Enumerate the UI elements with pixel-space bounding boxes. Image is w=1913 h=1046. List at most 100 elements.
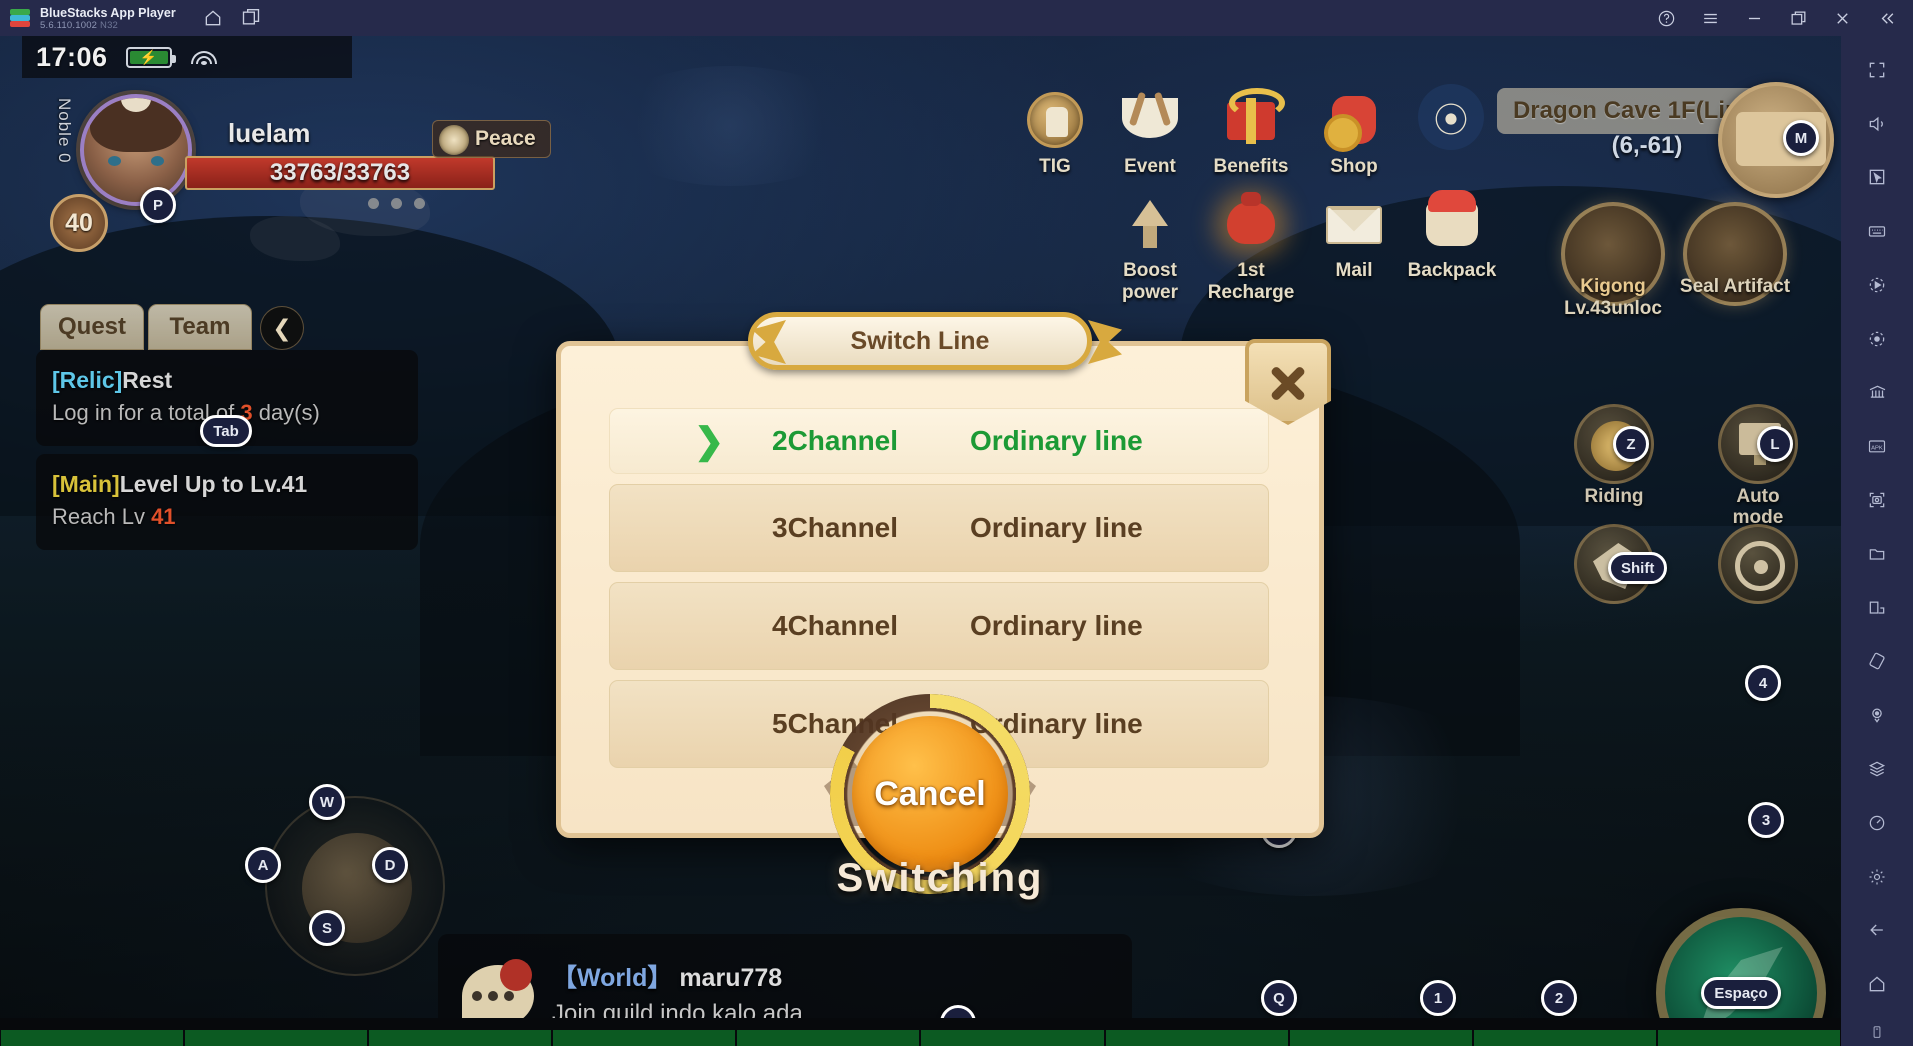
back-arrow-icon[interactable] <box>1857 911 1897 951</box>
resize-window-icon[interactable] <box>1857 588 1897 628</box>
menu-item-backpack[interactable]: Backpack <box>1404 190 1500 282</box>
screenshot-icon[interactable] <box>1857 480 1897 520</box>
buff-seal-artifact[interactable]: Seal Artifact <box>1672 202 1798 306</box>
taskbar-item[interactable] <box>185 1030 368 1046</box>
channel-name: 4Channel <box>772 610 899 641</box>
buff-sublabel: Lv.43unloc <box>1564 298 1662 319</box>
key-hint-2[interactable]: 2 <box>1541 980 1577 1016</box>
menu-item-event[interactable]: Event <box>1102 90 1198 178</box>
keyboard-controls-icon[interactable] <box>1857 211 1897 251</box>
table-row[interactable]: 3Channel Ordinary line <box>609 484 1269 572</box>
taskbar-item[interactable] <box>1 1030 184 1046</box>
key-hint-z[interactable]: Z <box>1613 426 1649 462</box>
minimize-icon[interactable] <box>1743 7 1765 29</box>
fullscreen-icon[interactable] <box>1857 50 1897 90</box>
buff-slots <box>368 198 425 209</box>
macro-play-icon[interactable] <box>1857 265 1897 305</box>
settings-gear-icon[interactable] <box>1857 857 1897 897</box>
benefits-gift-icon <box>1215 88 1287 160</box>
cancel-label: Cancel <box>874 774 986 813</box>
menu-item-benefits[interactable]: Benefits <box>1203 88 1299 178</box>
taskbar-item[interactable] <box>1657 1030 1840 1046</box>
key-hint-3[interactable]: 3 <box>1748 802 1784 838</box>
key-hint-m[interactable]: M <box>1783 120 1819 156</box>
android-home-icon[interactable] <box>1857 964 1897 1004</box>
key-hint-a[interactable]: A <box>245 847 281 883</box>
game-viewport[interactable]: 17:06 ⚡ Noble 0 40 luelam 33763/33763 Pe… <box>0 36 1841 1018</box>
list-item[interactable]: [Main]Level Up to Lv.41 Reach Lv 41 <box>36 454 418 550</box>
menu-item-mail[interactable]: Mail <box>1306 194 1402 282</box>
taskbar-item[interactable] <box>1473 1030 1656 1046</box>
taskbar-item[interactable] <box>737 1030 920 1046</box>
title-bar: BlueStacks App Player 5.6.110.1002 N32 <box>0 0 1913 36</box>
install-apk-icon[interactable]: APK <box>1857 426 1897 466</box>
rotate-icon[interactable] <box>1857 642 1897 682</box>
key-hint-espaco[interactable]: Espaço <box>1701 977 1781 1009</box>
multi-instance-icon[interactable] <box>240 7 262 29</box>
menu-item-shop[interactable]: Shop <box>1306 90 1402 178</box>
menu-item-tig[interactable]: TIG <box>1007 90 1103 178</box>
tab-quest[interactable]: Quest <box>40 304 144 350</box>
performance-icon[interactable] <box>1857 803 1897 843</box>
buff-kigong[interactable]: Kigong Lv.43unloc <box>1550 202 1676 320</box>
bluestacks-window: BlueStacks App Player 5.6.110.1002 N32 1… <box>0 0 1913 1046</box>
quest-title: [Main]Level Up to Lv.41 <box>52 471 308 497</box>
layers-icon[interactable] <box>1857 749 1897 789</box>
key-hint-p[interactable]: P <box>140 187 176 223</box>
player-name: luelam <box>228 118 311 148</box>
key-hint-shift[interactable]: Shift <box>1608 552 1668 584</box>
key-hint-w[interactable]: W <box>309 784 345 820</box>
table-row[interactable]: 4Channel Ordinary line <box>609 582 1269 670</box>
menu-item-first-recharge[interactable]: 1st Recharge <box>1203 192 1299 304</box>
key-hint-tab[interactable]: Tab <box>200 415 252 447</box>
menu-item-boost-power[interactable]: Boost power <box>1102 194 1198 304</box>
key-hint-d[interactable]: D <box>372 847 408 883</box>
chat-panel[interactable]: 【World】 maru778 Join guild indo kalo ada <box>438 934 1132 1018</box>
target-lock-icon <box>1735 541 1785 591</box>
key-hint-q[interactable]: Q <box>1261 980 1297 1016</box>
taskbar-item[interactable] <box>1105 1030 1288 1046</box>
key-hint-s[interactable]: S <box>309 910 345 946</box>
attack-button[interactable]: Espaço <box>1656 908 1826 1018</box>
avatar[interactable] <box>80 94 192 206</box>
volume-icon[interactable] <box>1857 104 1897 144</box>
record-icon[interactable] <box>1857 319 1897 359</box>
auto-mode-button[interactable]: Auto mode <box>1718 404 1798 528</box>
quest-description: Reach Lv 41 <box>52 504 176 529</box>
movement-joystick[interactable] <box>265 796 445 976</box>
taskbar <box>0 1018 1913 1046</box>
table-row[interactable]: ❯ 2Channel Ordinary line <box>609 408 1269 474</box>
backpack-icon <box>1416 190 1488 264</box>
menu-icon[interactable] <box>1699 7 1721 29</box>
key-hint-l[interactable]: L <box>1757 426 1793 462</box>
multi-instance-manager-icon[interactable] <box>1857 373 1897 413</box>
quest-tabs: Quest Team ❮ <box>40 304 304 350</box>
help-icon[interactable] <box>1655 7 1677 29</box>
taskbar-item[interactable] <box>921 1030 1104 1046</box>
swirl-collapse-icon[interactable]: ❮ <box>260 306 304 350</box>
peace-mode-button[interactable]: Peace <box>432 120 551 158</box>
home-icon[interactable] <box>202 7 224 29</box>
titlebar-nav-icons <box>202 7 262 29</box>
chat-bubble-icon <box>462 959 534 1018</box>
quest-list: [Relic]Rest Log in for a total of 3 day(… <box>36 350 418 558</box>
key-hint-1[interactable]: 1 <box>1420 980 1456 1016</box>
cancel-button[interactable]: Cancel <box>852 716 1008 872</box>
taskbar-item[interactable] <box>1289 1030 1472 1046</box>
location-pin-icon[interactable] <box>1857 695 1897 735</box>
tab-team[interactable]: Team <box>148 304 252 350</box>
taskbar-end-icon[interactable] <box>1840 1018 1913 1046</box>
collapse-sidebar-icon[interactable] <box>1875 7 1897 29</box>
close-icon[interactable] <box>1831 7 1853 29</box>
maximize-icon[interactable] <box>1787 7 1809 29</box>
taskbar-item[interactable] <box>369 1030 552 1046</box>
target-lock-button[interactable] <box>1718 524 1798 604</box>
taskbar-item[interactable] <box>553 1030 736 1046</box>
hp-bar: 33763/33763 <box>185 156 495 190</box>
first-recharge-icon <box>1215 192 1287 264</box>
window-controls <box>1655 7 1913 29</box>
pointer-icon[interactable] <box>1857 158 1897 198</box>
key-hint-4[interactable]: 4 <box>1745 665 1781 701</box>
media-folder-icon[interactable] <box>1857 534 1897 574</box>
event-drum-icon <box>1114 90 1186 160</box>
